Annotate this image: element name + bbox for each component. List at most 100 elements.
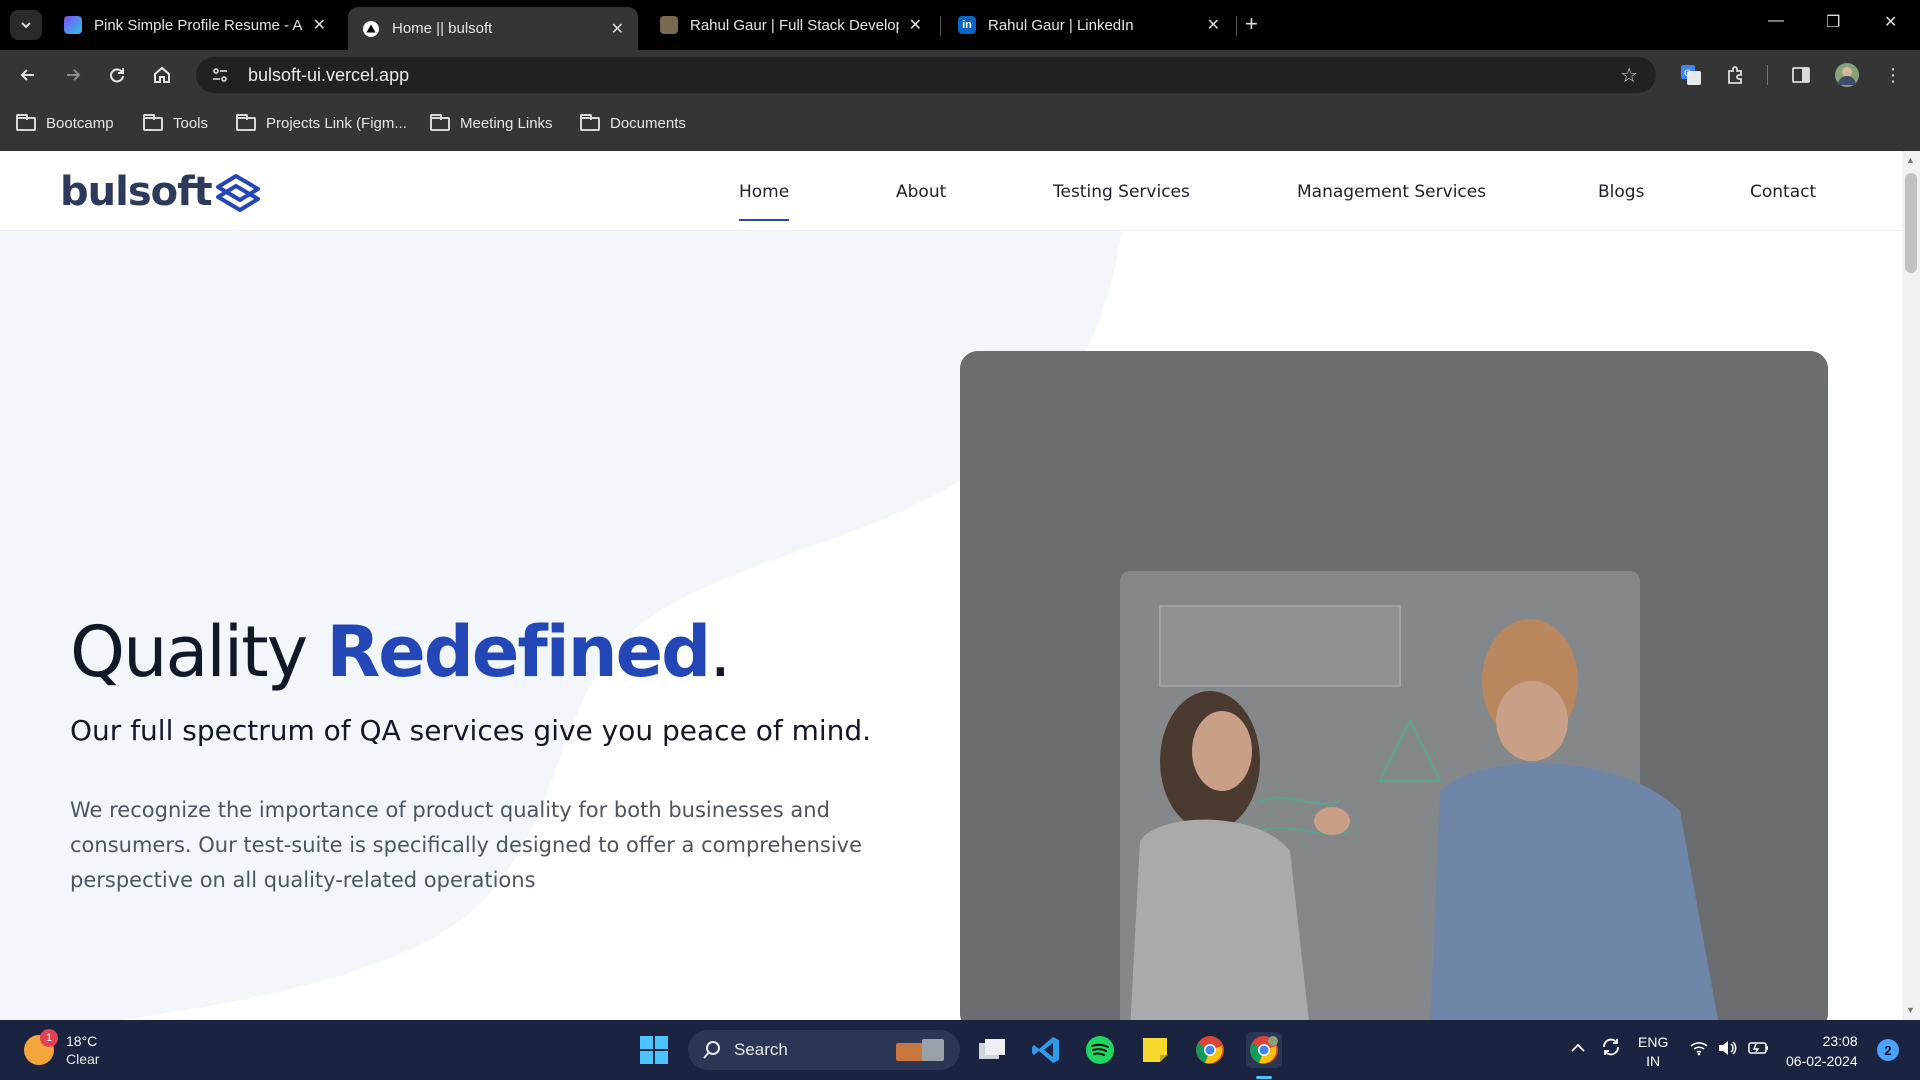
bulsoft-logo[interactable]: bulsoft [60, 169, 262, 215]
browser-tab-bar: Pink Simple Profile Resume - A4 ✕ Home |… [0, 0, 1920, 50]
show-hidden-icons-button[interactable] [1570, 1040, 1586, 1061]
close-icon[interactable]: ✕ [1207, 15, 1220, 35]
browser-toolbar: bulsoft-ui.vercel.app ☆ G ⋮ [0, 50, 1920, 100]
sticky-notes-app[interactable] [1137, 1032, 1173, 1068]
nav-about[interactable]: About [896, 182, 946, 202]
google-translate-icon: G [1681, 65, 1701, 85]
vercel-icon [362, 20, 380, 38]
back-button[interactable] [15, 62, 41, 88]
battery-button[interactable] [1748, 1040, 1770, 1061]
wifi-icon [1690, 1042, 1708, 1056]
bookmark-folder-tools[interactable]: Tools [143, 113, 208, 132]
windows-taskbar: 1 18°C Clear Search ENG IN 23:08 06-02-2… [0, 1020, 1920, 1080]
browser-menu-button[interactable]: ⋮ [1880, 62, 1906, 88]
weather-widget[interactable]: 1 18°C Clear [24, 1029, 100, 1068]
tab-title: Rahul Gaur | Full Stack Developer [690, 16, 899, 34]
nav-blogs[interactable]: Blogs [1598, 182, 1644, 202]
bookmark-folder-projects[interactable]: Projects Link (Figm... [236, 113, 407, 132]
restore-button[interactable]: ❐ [1826, 12, 1840, 32]
minimize-button[interactable]: — [1768, 12, 1784, 30]
site-settings-icon[interactable] [210, 65, 230, 85]
close-icon[interactable]: ✕ [909, 15, 922, 35]
vscode-app[interactable] [1028, 1032, 1064, 1068]
nav-management-services[interactable]: Management Services [1297, 182, 1486, 202]
profile-avatar[interactable] [1834, 62, 1860, 88]
portfolio-photo-icon [660, 16, 678, 34]
sync-tray-button[interactable] [1600, 1036, 1622, 1063]
hero-team-photo [960, 351, 1828, 1020]
arrow-right-icon [67, 69, 81, 81]
chevron-up-icon [1571, 1043, 1585, 1052]
scrollbar-thumb[interactable] [1905, 173, 1917, 273]
close-icon[interactable]: ✕ [313, 15, 326, 35]
chrome-profile-app-active[interactable] [1246, 1032, 1282, 1068]
clock-time: 23:08 [1822, 1033, 1858, 1049]
bookmarks-bar: Bootcamp Tools Projects Link (Figm... Me… [0, 100, 1920, 151]
chrome-icon [1250, 1036, 1278, 1064]
task-view-icon [979, 1039, 1005, 1059]
folder-icon [580, 113, 600, 131]
extensions-button[interactable] [1722, 62, 1748, 88]
tab-linkedin[interactable]: in Rahul Gaur | LinkedIn ✕ [944, 7, 1234, 43]
moon-weather-icon: 1 [24, 1029, 58, 1065]
bookmark-folder-documents[interactable]: Documents [580, 113, 686, 132]
vscode-icon [1032, 1037, 1059, 1063]
tab-bulsoft[interactable]: Home || bulsoft ✕ [348, 7, 638, 50]
notification-badge[interactable]: 2 [1877, 1039, 1899, 1061]
folder-icon [236, 113, 256, 131]
whiteboard-meeting-illustration [960, 351, 1828, 1020]
bookmark-folder-bootcamp[interactable]: Bootcamp [16, 113, 114, 132]
hero-body-text: We recognize the importance of product q… [70, 798, 863, 892]
taskbar-clock[interactable]: 23:08 06-02-2024 [1786, 1031, 1858, 1071]
scroll-down-arrow-icon[interactable]: ▼ [1906, 1005, 1915, 1015]
avatar-icon [1835, 63, 1859, 87]
headline-plain: Quality [70, 611, 327, 693]
tab-title: Rahul Gaur | LinkedIn [988, 16, 1134, 34]
tab-separator [940, 16, 941, 36]
nav-home[interactable]: Home [739, 182, 790, 221]
nav-contact[interactable]: Contact [1750, 182, 1816, 202]
headline-accent: Redefined [326, 611, 711, 693]
address-bar[interactable]: bulsoft-ui.vercel.app ☆ [196, 57, 1656, 93]
tab-portfolio[interactable]: Rahul Gaur | Full Stack Developer ✕ [646, 7, 936, 43]
search-label: Search [734, 1040, 788, 1059]
new-tab-button[interactable]: + [1245, 11, 1258, 37]
volume-button[interactable] [1718, 1040, 1738, 1061]
chrome-app[interactable] [1192, 1032, 1228, 1068]
linkedin-icon: in [958, 16, 976, 34]
windows-start-button[interactable] [636, 1032, 672, 1068]
tab-resume[interactable]: Pink Simple Profile Resume - A4 ✕ [50, 7, 340, 43]
weather-condition: Clear [66, 1051, 100, 1067]
translate-extension-button[interactable]: G [1678, 62, 1704, 88]
toolbar-divider [1767, 65, 1768, 85]
home-icon [154, 66, 170, 83]
weather-temperature: 18°C [66, 1033, 98, 1049]
tab-search-button[interactable] [10, 10, 42, 40]
active-app-indicator [1256, 1076, 1272, 1079]
close-icon[interactable]: ✕ [611, 19, 624, 39]
bookmark-star-icon[interactable]: ☆ [1620, 63, 1638, 88]
forward-button[interactable] [60, 62, 86, 88]
language-region: IN [1646, 1053, 1661, 1069]
bookmark-label: Bootcamp [46, 115, 114, 132]
close-window-button[interactable]: ✕ [1884, 12, 1897, 32]
folder-icon [430, 113, 450, 131]
weather-badge: 1 [40, 1029, 58, 1047]
windows-logo-icon [640, 1036, 668, 1064]
clock-date: 06-02-2024 [1786, 1053, 1858, 1069]
language-indicator[interactable]: ENG IN [1638, 1033, 1668, 1071]
bookmark-folder-meeting-links[interactable]: Meeting Links [430, 113, 553, 132]
side-panel-button[interactable] [1788, 62, 1814, 88]
nav-testing-services[interactable]: Testing Services [1053, 182, 1190, 202]
puzzle-icon [1728, 66, 1742, 84]
spotify-app[interactable] [1082, 1032, 1118, 1068]
wifi-button[interactable] [1690, 1040, 1708, 1061]
scroll-up-arrow-icon[interactable]: ▲ [1906, 155, 1915, 165]
bookmark-label: Documents [610, 115, 686, 132]
search-icon [703, 1041, 720, 1059]
page-scrollbar[interactable]: ▲ ▼ [1902, 151, 1920, 1020]
home-button[interactable] [149, 62, 175, 88]
task-view-button[interactable] [974, 1032, 1010, 1068]
taskbar-search[interactable]: Search [688, 1030, 960, 1070]
reload-button[interactable] [104, 62, 130, 88]
